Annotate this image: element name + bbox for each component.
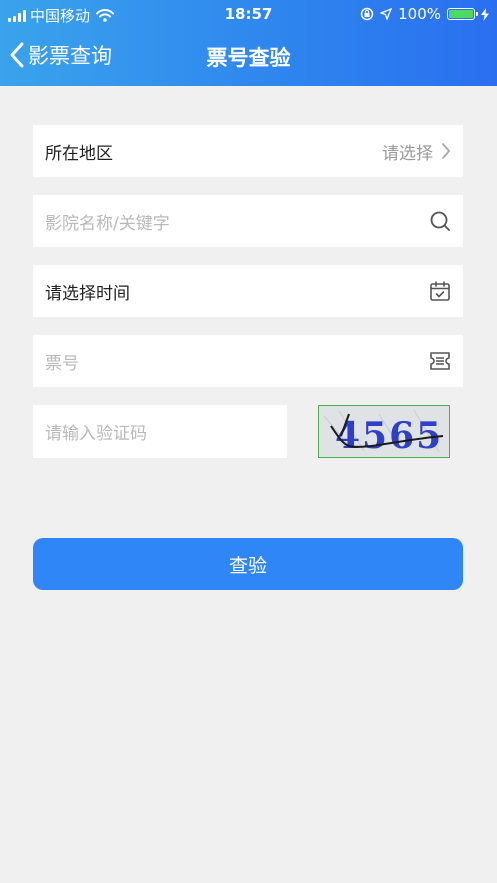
charging-icon <box>481 7 489 21</box>
calendar-icon <box>429 280 451 302</box>
region-value-group: 请选择 <box>382 139 451 164</box>
verify-button-label: 查验 <box>228 554 267 577</box>
cinema-search-field[interactable]: 影院名称/关键字 <box>33 195 463 247</box>
time-label: 请选择时间 <box>45 283 130 304</box>
captcha-image[interactable]: 4565 <box>318 405 450 458</box>
orientation-lock-icon <box>360 7 374 21</box>
battery-percent: 100% <box>398 5 441 23</box>
region-selector[interactable]: 所在地区 请选择 <box>33 125 463 177</box>
battery-icon <box>447 8 478 20</box>
cinema-input-placeholder: 影院名称/关键字 <box>45 213 170 234</box>
page-title: 票号查验 <box>206 46 291 70</box>
captcha-code: 4565 <box>335 415 443 457</box>
captcha-input[interactable]: 请输入验证码 <box>33 405 287 458</box>
region-value: 请选择 <box>382 143 433 164</box>
ticket-number-field[interactable]: 票号 <box>33 335 463 387</box>
ticket-input-placeholder: 票号 <box>45 353 79 374</box>
chevron-right-icon <box>441 142 451 160</box>
verify-button[interactable]: 查验 <box>33 538 463 590</box>
captcha-row: 请输入验证码 4565 <box>33 405 463 458</box>
time-selector[interactable]: 请选择时间 <box>33 265 463 317</box>
region-label: 所在地区 <box>45 143 113 164</box>
captcha-input-placeholder: 请输入验证码 <box>45 424 147 444</box>
status-bar: 中国移动 18:57 100% <box>0 0 497 28</box>
header: 中国移动 18:57 100% 影票查询 票号查验 <box>0 0 497 86</box>
ticket-icon <box>429 350 451 372</box>
location-arrow-icon <box>380 8 393 20</box>
search-icon[interactable] <box>429 210 451 232</box>
nav-bar: 影票查询 票号查验 <box>0 28 497 86</box>
status-right: 100% <box>360 5 489 23</box>
